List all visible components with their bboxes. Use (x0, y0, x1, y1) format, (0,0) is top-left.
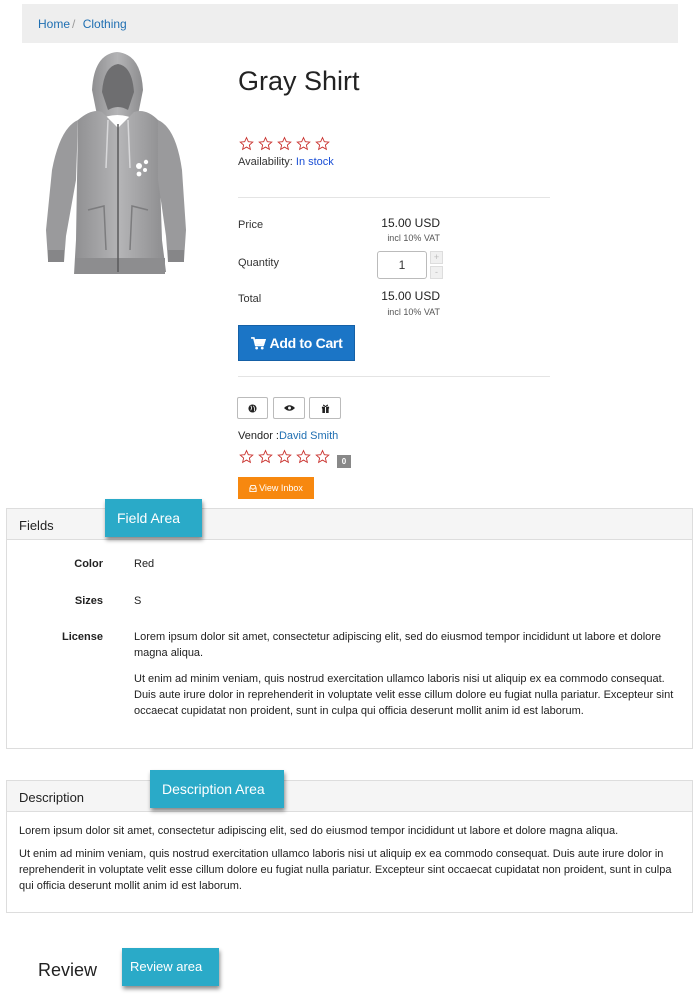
field-color-label: Color (74, 558, 103, 570)
breadcrumb-clothing-link[interactable]: Clothing (83, 17, 127, 31)
field-color-value: Red (134, 558, 155, 570)
gift-icon (321, 404, 329, 413)
price-vat: incl 10% VAT (387, 233, 440, 243)
view-inbox-label: View Inbox (259, 483, 303, 493)
review-area-callout: Review area (122, 948, 219, 986)
field-license-value: Lorem ipsum dolor sit amet, consectetur … (134, 629, 674, 729)
cart-icon (250, 336, 266, 350)
vendor-label: Vendor : (238, 430, 279, 442)
quantity-input[interactable]: 1 (377, 251, 427, 279)
breadcrumb-home-link[interactable]: Home (38, 17, 70, 31)
view-inbox-button[interactable]: View Inbox (238, 477, 314, 499)
breadcrumb: Home / Clothing (22, 4, 678, 43)
hoodie-image (46, 52, 186, 274)
add-to-cart-label: Add to Cart (269, 335, 343, 351)
total-label: Total (238, 293, 262, 305)
vendor-info: Vendor :David Smith (238, 430, 338, 442)
add-to-cart-button[interactable]: Add to Cart (238, 325, 355, 361)
field-license-label: License (62, 631, 103, 643)
field-sizes-label: Sizes (74, 595, 103, 607)
license-paragraph: Lorem ipsum dolor sit amet, consectetur … (134, 631, 662, 659)
availability-label: Availability: (238, 156, 293, 168)
divider (238, 376, 550, 377)
gift-button[interactable] (309, 397, 341, 419)
review-title: Review (38, 960, 98, 980)
description-area-callout: Description Area (150, 770, 284, 808)
star-empty-icon[interactable] (296, 136, 311, 151)
license-paragraph: Ut enim ad minim veniam, quis nostrud ex… (134, 673, 674, 717)
product-rating[interactable] (239, 136, 330, 151)
description-panel: Description Lorem ipsum dolor sit amet, … (6, 780, 693, 913)
quantity-increase-button[interactable]: + (430, 251, 443, 264)
quantity-decrease-button[interactable]: - (430, 266, 443, 279)
star-empty-icon[interactable] (315, 136, 330, 151)
product-title: Gray Shirt (238, 66, 360, 96)
star-empty-icon[interactable] (239, 136, 254, 151)
star-empty-icon[interactable] (277, 136, 292, 151)
divider (238, 197, 550, 198)
field-area-callout: Field Area (105, 499, 202, 537)
star-empty-icon[interactable] (239, 449, 254, 464)
fields-panel: Fields Color Red Sizes S License Lorem i… (6, 508, 693, 749)
field-sizes-value: S (134, 595, 142, 607)
breadcrumb-separator: / (72, 17, 76, 31)
star-empty-icon[interactable] (296, 449, 311, 464)
vendor-name-link[interactable]: David Smith (279, 430, 338, 442)
quantity-label: Quantity (238, 257, 279, 269)
description-paragraph: Ut enim ad minim veniam, quis nostrud ex… (19, 848, 672, 892)
inbox-icon (249, 484, 257, 492)
star-empty-icon[interactable] (315, 449, 330, 464)
watch-button[interactable] (273, 397, 305, 419)
description-paragraph: Lorem ipsum dolor sit amet, consectetur … (19, 825, 619, 837)
vendor-rating[interactable] (239, 449, 330, 464)
star-empty-icon[interactable] (258, 449, 273, 464)
price-value: 15.00 USD (381, 216, 440, 230)
description-body: Lorem ipsum dolor sit amet, consectetur … (19, 823, 684, 901)
total-value: 15.00 USD (381, 289, 440, 303)
availability: Availability: In stock (238, 156, 334, 168)
availability-value: In stock (295, 156, 334, 168)
globe-icon (248, 403, 257, 413)
eye-icon (283, 405, 295, 411)
vendor-review-count-badge: 0 (337, 455, 351, 468)
share-button[interactable] (237, 397, 268, 419)
star-empty-icon[interactable] (258, 136, 273, 151)
star-empty-icon[interactable] (277, 449, 292, 464)
product-image[interactable] (42, 50, 188, 286)
description-panel-title: Description (7, 781, 692, 812)
total-vat: incl 10% VAT (387, 307, 440, 317)
price-label: Price (238, 219, 264, 231)
